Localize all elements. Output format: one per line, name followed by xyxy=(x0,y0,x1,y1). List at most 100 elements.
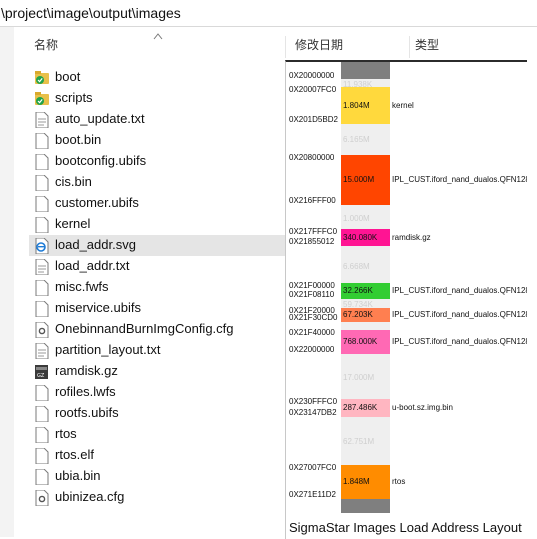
file-icon xyxy=(35,301,49,317)
region-name-label: rtos xyxy=(392,477,406,486)
region-end-address: 0X216FFF00 xyxy=(289,196,336,205)
file-row[interactable]: rtos xyxy=(29,424,289,445)
file-name: ubia.bin xyxy=(55,468,101,483)
file-name: boot.bin xyxy=(55,132,102,147)
file-name: scripts xyxy=(55,90,93,105)
file-icon xyxy=(35,133,49,149)
file-name: load_addr.txt xyxy=(55,258,130,273)
column-header-type[interactable]: 类型 xyxy=(415,36,439,58)
region-name-label: IPL_CUST.iford_nand_dualos.QFN128 xyxy=(392,310,528,319)
gap-size-label: 17.000M xyxy=(343,373,375,382)
gap-size-label: 6.668M xyxy=(343,262,370,271)
file-row[interactable]: load_addr.txt xyxy=(29,256,289,277)
column-header-date[interactable]: 修改日期 xyxy=(295,36,343,58)
viewer-scrollbar[interactable] xyxy=(527,60,537,537)
file-row[interactable]: scripts xyxy=(29,88,289,109)
column-header-name[interactable]: 名称 xyxy=(34,36,58,58)
file-row[interactable]: cis.bin xyxy=(29,172,289,193)
file-row[interactable]: ubinizea.cfg xyxy=(29,487,289,508)
file-name: bootconfig.ubifs xyxy=(55,153,147,168)
file-name: rofiles.lwfs xyxy=(55,384,116,399)
file-row[interactable]: miservice.ubifs xyxy=(29,298,289,319)
file-row[interactable]: OnebinnandBurnImgConfig.cfg xyxy=(29,319,289,340)
unused-gap-block xyxy=(341,322,390,330)
file-icon xyxy=(35,154,49,170)
region-start-address: 0X27007FC0 xyxy=(289,463,337,472)
region-size-label: 287.486K xyxy=(343,403,378,412)
file-row[interactable]: rootfs.ubifs xyxy=(29,403,289,424)
region-start-address: 0X21F00000 xyxy=(289,281,335,290)
region-end-address: 0X22000000 xyxy=(289,345,335,354)
region-start-address: 0X21F40000 xyxy=(289,328,335,337)
file-name: ubinizea.cfg xyxy=(55,489,125,504)
file-row[interactable]: kernel xyxy=(29,214,289,235)
top-address-label: 0X20000000 xyxy=(289,71,335,80)
file-name: partition_layout.txt xyxy=(55,342,161,357)
file-name: miservice.ubifs xyxy=(55,300,141,315)
region-name-label: u-boot.sz.img.bin xyxy=(392,403,453,412)
text-file-icon xyxy=(35,259,49,275)
region-end-address: 0X23147DB2 xyxy=(289,408,337,417)
region-end-address: 0X21F30CD0 xyxy=(289,313,338,322)
region-size-label: 1.804M xyxy=(343,100,370,110)
file-name: customer.ubifs xyxy=(55,195,139,210)
file-row[interactable]: rtos.elf xyxy=(29,445,289,466)
viewer-title: SigmaStar Images Load Address Layout xyxy=(289,520,522,535)
file-icon xyxy=(35,217,49,233)
svg-preview-popup: 0X20000000 11.938K 6.165M 1.000M 6.668M 59.7… xyxy=(285,60,528,539)
region-size-label: 340.080K xyxy=(343,232,378,242)
region-start-address: 0X20007FC0 xyxy=(289,85,337,94)
archive-icon: GZ xyxy=(35,365,48,379)
file-name: rootfs.ubifs xyxy=(55,405,119,420)
file-name: OnebinnandBurnImgConfig.cfg xyxy=(55,321,234,336)
region-size-label: 67.203K xyxy=(343,310,373,319)
region-start-address: 0X217FFFC0 xyxy=(289,227,338,236)
file-name: rtos.elf xyxy=(55,447,95,462)
file-row[interactable]: boot xyxy=(29,67,289,88)
region-size-label: 768.000K xyxy=(343,337,378,346)
column-divider[interactable] xyxy=(285,36,286,58)
svg-text:GZ: GZ xyxy=(37,373,45,379)
region-name-label: kernel xyxy=(392,100,414,110)
file-icon xyxy=(35,385,49,401)
file-icon xyxy=(35,448,49,464)
file-row[interactable]: auto_update.txt xyxy=(29,109,289,130)
file-icon xyxy=(35,406,49,422)
region-name-label: IPL_CUST.iford_nand_dualos.QFN128 xyxy=(392,175,528,184)
folder-icon xyxy=(35,71,49,84)
file-row[interactable]: ubia.bin xyxy=(29,466,289,487)
text-file-icon xyxy=(35,112,49,128)
region-start-address: 0X20800000 xyxy=(289,153,335,162)
address-path[interactable]: \project\image\output\images xyxy=(1,5,181,21)
gap-size-label: 6.165M xyxy=(343,135,370,144)
file-name: rtos xyxy=(55,426,77,441)
sort-ascending-icon xyxy=(153,33,163,40)
file-row[interactable]: partition_layout.txt xyxy=(29,340,289,361)
region-start-address: 0X230FFFC0 xyxy=(289,397,338,406)
region-name-label: IPL_CUST.iford_nand_dualos.QFN128 xyxy=(392,286,528,295)
file-row[interactable]: bootconfig.ubifs xyxy=(29,151,289,172)
file-row[interactable]: customer.ubifs xyxy=(29,193,289,214)
file-name: load_addr.svg xyxy=(55,237,136,252)
file-row[interactable]: boot.bin xyxy=(29,130,289,151)
address-bar[interactable]: \project\image\output\images xyxy=(0,0,537,27)
file-name: misc.fwfs xyxy=(55,279,109,294)
region-end-address: 0X201D5BD2 xyxy=(289,115,338,124)
column-divider[interactable] xyxy=(409,36,410,58)
gap-size-label: 62.751M xyxy=(343,437,375,446)
region-size-label: 1.848M xyxy=(343,477,370,486)
region-end-address: 0X21855012 xyxy=(289,237,335,246)
config-file-icon xyxy=(35,490,49,506)
file-row[interactable]: rofiles.lwfs xyxy=(29,382,289,403)
file-row[interactable]: misc.fwfs xyxy=(29,277,289,298)
file-icon xyxy=(35,280,49,296)
region-end-address: 0X21F08110 xyxy=(289,290,335,299)
region-name-label: ramdisk.gz xyxy=(392,232,431,242)
navigation-pane[interactable] xyxy=(0,27,14,537)
file-row[interactable]: GZ ramdisk.gz xyxy=(29,361,289,382)
file-name: auto_update.txt xyxy=(55,111,145,126)
gap-size-label: 1.000M xyxy=(343,214,370,223)
file-name: kernel xyxy=(55,216,91,231)
file-name: cis.bin xyxy=(55,174,92,189)
region-name-label: IPL_CUST.iford_nand_dualos.QFN128 xyxy=(392,337,528,346)
